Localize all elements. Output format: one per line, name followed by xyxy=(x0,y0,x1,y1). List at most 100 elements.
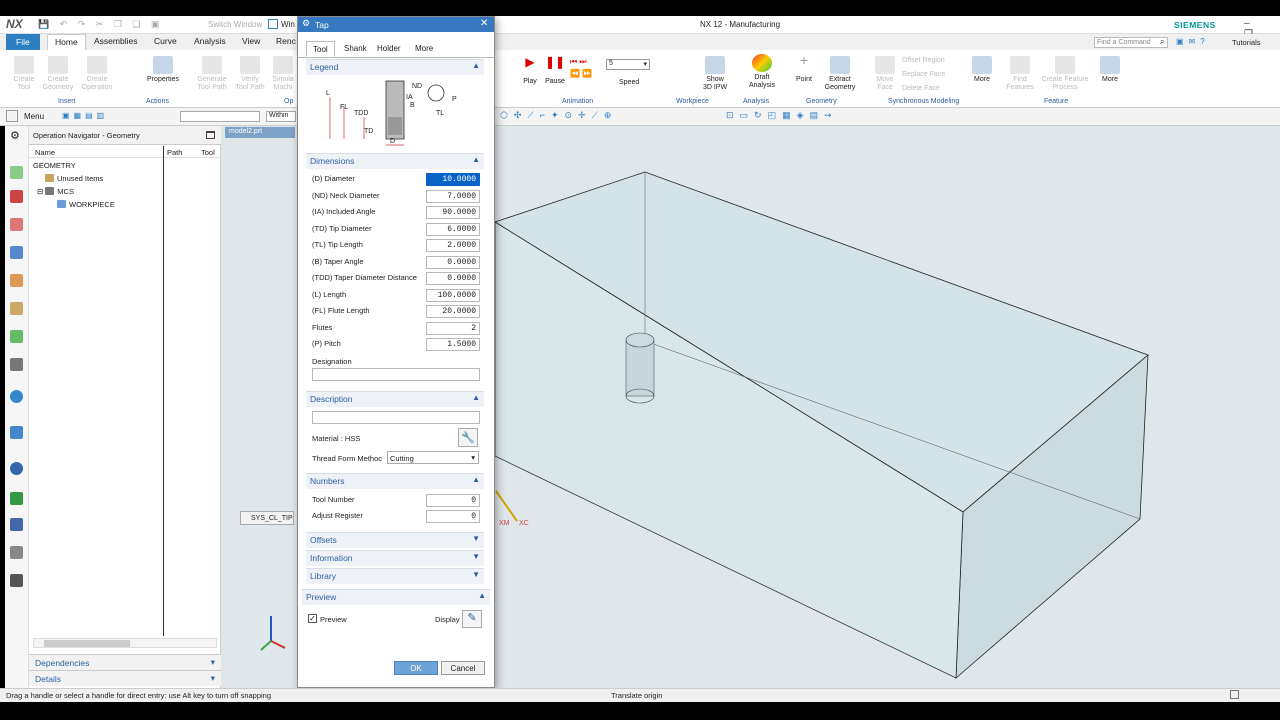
type-filter-select[interactable] xyxy=(180,111,260,122)
column-path[interactable]: Path xyxy=(167,148,182,157)
operation-navigator-icon[interactable] xyxy=(10,246,23,259)
find-features-button[interactable]: Find Features xyxy=(1004,56,1036,92)
create-tool-button[interactable]: Create Tool xyxy=(10,56,38,92)
tree-item-unused-items[interactable]: Unused Items xyxy=(45,174,103,183)
web-browser-icon[interactable] xyxy=(10,390,23,403)
properties-button[interactable]: Properties xyxy=(142,56,184,84)
tab-home[interactable]: Home xyxy=(47,34,86,51)
diameter-input[interactable]: 10.0000 xyxy=(426,173,480,186)
gear-icon[interactable]: ⚙ xyxy=(10,129,20,142)
quick-access-toolbar[interactable]: 💾 ↶ ↷ ✂ ❐ ❏ ▣ xyxy=(38,19,163,30)
more-feature-button[interactable]: More xyxy=(1098,56,1122,84)
reuse-library-icon[interactable] xyxy=(10,330,23,343)
scrollbar-thumb[interactable] xyxy=(44,640,130,647)
verify-tool-path-button[interactable]: Verify Tool Path xyxy=(232,56,268,92)
history-icon[interactable] xyxy=(10,462,23,475)
switch-window-button[interactable]: Switch Window xyxy=(208,20,262,29)
pause-button[interactable]: ❚❚ Pause xyxy=(543,56,567,86)
tree-item-geometry[interactable]: GEOMETRY xyxy=(33,161,76,170)
extract-geometry-button[interactable]: Extract Geometry xyxy=(820,56,860,92)
neck-diameter-input[interactable]: 7.0000 xyxy=(426,190,480,203)
simulate-machine-button[interactable]: Simula Machi xyxy=(270,56,296,92)
length-input[interactable]: 100.0000 xyxy=(426,289,480,302)
create-geometry-button[interactable]: Create Geometry xyxy=(42,56,74,92)
library-section-header[interactable]: Library ▼ xyxy=(306,568,484,584)
selection-tools[interactable]: ▣▦▤▥ xyxy=(62,111,108,120)
replace-face-button[interactable]: Replace Face xyxy=(902,68,945,82)
command-search-input[interactable]: Find a Command xyxy=(1094,37,1168,48)
close-icon[interactable]: ✕ xyxy=(480,18,488,29)
horizontal-scrollbar[interactable] xyxy=(33,638,217,648)
pitch-input[interactable]: 1.5000 xyxy=(426,338,480,351)
tab-curve[interactable]: Curve xyxy=(154,36,177,46)
tab-render[interactable]: Renc xyxy=(276,36,296,46)
tab-analysis[interactable]: Analysis xyxy=(194,36,226,46)
tab-view[interactable]: View xyxy=(242,36,260,46)
machine-tool-navigator-icon[interactable] xyxy=(10,274,23,287)
tab-more[interactable]: More xyxy=(409,41,439,57)
thread-form-select[interactable]: Cutting ▾ xyxy=(387,451,479,464)
part-navigator-icon[interactable] xyxy=(10,166,23,179)
selection-scope-select[interactable]: Within xyxy=(266,111,296,122)
included-angle-input[interactable]: 90.0000 xyxy=(426,206,480,219)
designation-input[interactable] xyxy=(312,368,480,381)
commands-icon[interactable] xyxy=(6,110,18,122)
wrench-icon[interactable]: 🔧 xyxy=(458,428,478,447)
delete-face-button[interactable]: Delete Face xyxy=(902,82,945,96)
description-input[interactable] xyxy=(312,411,480,424)
draft-analysis-button[interactable]: Draft Analysis xyxy=(744,54,780,90)
column-name[interactable]: Name xyxy=(35,148,55,157)
tutorials-link[interactable]: Tutorials xyxy=(1232,38,1260,47)
point-button[interactable]: + Point xyxy=(790,53,818,84)
cam-tools-icon[interactable] xyxy=(10,518,23,531)
gear-icon[interactable]: ⚙ xyxy=(302,18,310,29)
tab-holder[interactable]: Holder xyxy=(371,41,407,57)
tab-assemblies[interactable]: Assemblies xyxy=(94,36,137,46)
ok-button[interactable]: OK xyxy=(394,661,438,675)
details-panel[interactable]: Details ▾ xyxy=(29,670,221,686)
menu-button[interactable]: Menu xyxy=(24,112,44,121)
information-section-header[interactable]: Information ▼ xyxy=(306,550,484,566)
legend-section-header[interactable]: Legend ▲ xyxy=(306,59,484,75)
window-menu-label[interactable]: Win xyxy=(281,20,295,29)
assembly-navigator-icon[interactable] xyxy=(10,190,23,203)
maximize-icon[interactable] xyxy=(206,131,215,139)
dimensions-section-header[interactable]: Dimensions ▲ xyxy=(306,153,484,169)
flute-length-input[interactable]: 20.0000 xyxy=(426,305,480,318)
move-face-button[interactable]: Move Face xyxy=(872,56,898,92)
constraint-navigator-icon[interactable] xyxy=(10,218,23,231)
display-tool-icon[interactable]: ✎ xyxy=(462,610,482,628)
show-3d-ipw-button[interactable]: Show 3D IPW xyxy=(698,56,732,92)
column-tool[interactable]: Tool xyxy=(201,148,215,157)
tree-item-workpiece[interactable]: WORKPIECE xyxy=(57,200,115,209)
cancel-button[interactable]: Cancel xyxy=(441,661,485,675)
tip-length-input[interactable]: 2.0000 xyxy=(426,239,480,252)
process-studio-icon[interactable] xyxy=(10,492,23,505)
taper-angle-input[interactable]: 0.0000 xyxy=(426,256,480,269)
preview-checkbox[interactable]: ✓ xyxy=(308,614,317,623)
numbers-section-header[interactable]: Numbers ▲ xyxy=(306,473,484,489)
tab-tool[interactable]: Tool xyxy=(306,41,335,57)
offsets-section-header[interactable]: Offsets ▼ xyxy=(306,532,484,548)
search-icon[interactable]: ⌕ xyxy=(1160,37,1164,47)
preview-section-header[interactable]: Preview ▲ xyxy=(302,589,490,605)
taper-diameter-distance-input[interactable]: 0.0000 xyxy=(426,272,480,285)
adjust-register-input[interactable]: 0 xyxy=(426,510,480,523)
dependencies-panel[interactable]: Dependencies ▾ xyxy=(29,654,221,670)
play-button[interactable]: ▶ Play xyxy=(518,56,542,86)
tool-number-input[interactable]: 0 xyxy=(426,494,480,507)
tip-diameter-input[interactable]: 6.0000 xyxy=(426,223,480,236)
tool-axis-handle[interactable] xyxy=(495,490,518,522)
create-feature-process-button[interactable]: Create Feature Process xyxy=(1038,56,1092,92)
description-section-header[interactable]: Description ▲ xyxy=(306,391,484,407)
speed-select[interactable]: 5 ▾ xyxy=(606,59,650,70)
feature-navigator-icon[interactable] xyxy=(10,302,23,315)
view-toolbar[interactable]: ⊡▭↻◰▦◈▤⇝ xyxy=(726,110,838,121)
offset-region-button[interactable]: Offset Region xyxy=(902,54,945,68)
snap-point-toolbar[interactable]: ⬡✣⟋⌐✦⊙✛⟋⊕ xyxy=(500,110,617,121)
step-controls[interactable]: ⏮ ⏭ ⏪ ⏩ xyxy=(570,56,592,80)
help-icons[interactable]: ▣✉? xyxy=(1176,37,1210,46)
tree-item-mcs[interactable]: ⊟ MCS xyxy=(37,187,74,196)
generate-tool-path-button[interactable]: Generate Tool Path xyxy=(194,56,230,92)
status-toggle-icon[interactable] xyxy=(1230,690,1239,699)
